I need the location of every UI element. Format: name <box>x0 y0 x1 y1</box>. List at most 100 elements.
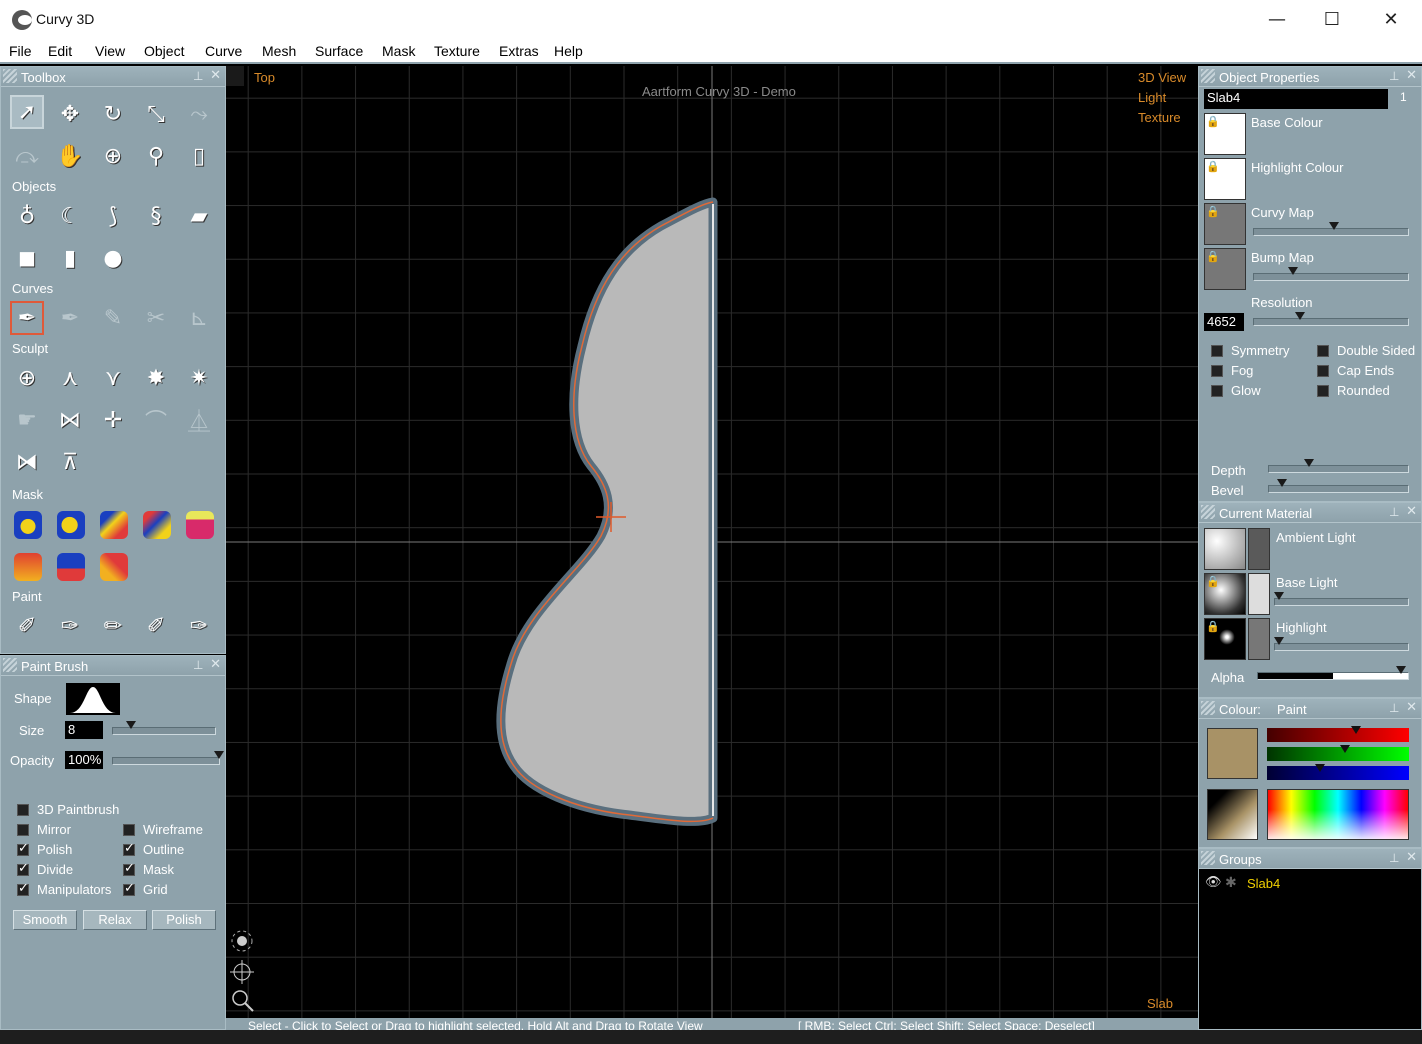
group-star-icon[interactable]: ✱ <box>1225 875 1237 891</box>
close-icon[interactable]: ✕ <box>1406 850 1417 866</box>
polish-button[interactable]: Polish <box>152 910 216 930</box>
slider-thumb[interactable] <box>126 721 137 729</box>
object-cylinder-icon[interactable]: ▮ <box>53 241 87 275</box>
shade-picker[interactable] <box>1207 789 1258 840</box>
select-arrow-icon[interactable]: ➚ <box>10 95 44 129</box>
object-sphere-icon[interactable]: ● <box>96 241 130 275</box>
mask-gradient-icon[interactable] <box>100 511 128 539</box>
sculpt-pinch-icon[interactable]: ⋈ <box>53 403 87 437</box>
highlight-colour[interactable] <box>1248 618 1270 660</box>
sculpt-contract-icon[interactable]: ✷ <box>182 361 216 395</box>
alpha-slider[interactable] <box>1257 666 1409 680</box>
slider-thumb[interactable] <box>1314 764 1325 772</box>
green-channel-slider[interactable] <box>1267 745 1409 761</box>
brush-shape-preview[interactable] <box>66 683 120 715</box>
bend-icon[interactable]: ⤳ <box>182 97 216 131</box>
curve-add-point-icon[interactable]: ✒ <box>53 301 87 335</box>
depth-slider[interactable] <box>1268 459 1409 473</box>
pin-icon[interactable]: ⊥ <box>1389 701 1401 715</box>
slider-thumb[interactable] <box>1304 459 1315 467</box>
bump-map-slider[interactable] <box>1253 267 1409 281</box>
slab-outline-shape[interactable] <box>496 197 718 826</box>
close-window-button[interactable]: ✕ <box>1362 0 1420 40</box>
lock-icon[interactable]: 🔒 <box>1206 205 1220 219</box>
base-light-colour[interactable] <box>1248 573 1270 615</box>
rotate-icon[interactable]: ↻ <box>96 97 130 131</box>
minimize-button[interactable]: — <box>1248 0 1306 40</box>
mask-fill-icon[interactable] <box>14 553 42 581</box>
panel-grip-icon[interactable] <box>1201 701 1215 715</box>
cap-ends-checkbox[interactable] <box>1317 365 1329 377</box>
hue-picker[interactable] <box>1267 789 1409 840</box>
menu-view[interactable]: View <box>95 43 125 59</box>
close-icon[interactable]: ✕ <box>210 68 221 84</box>
option-outline-checkbox[interactable] <box>123 841 135 856</box>
move-icon[interactable]: ✥ <box>53 97 87 131</box>
sculpt-level-icon[interactable]: ⊼ <box>53 445 87 479</box>
pin-icon[interactable]: ⊥ <box>193 69 205 83</box>
object-lathe-icon[interactable]: ♁ <box>10 199 44 233</box>
pin-icon[interactable]: ⊥ <box>193 658 205 672</box>
mask-pacman-icon[interactable] <box>57 511 85 539</box>
menu-curve[interactable]: Curve <box>205 43 242 59</box>
panel-grip-icon[interactable] <box>3 658 17 672</box>
menu-surface[interactable]: Surface <box>315 43 363 59</box>
option-mask-checkbox[interactable] <box>123 861 135 876</box>
object-horn-icon[interactable]: ⟆ <box>96 199 130 233</box>
object-cube-icon[interactable]: ◼ <box>10 241 44 275</box>
option-mirror-checkbox[interactable] <box>17 824 29 836</box>
sculpt-expand-icon[interactable]: ✸ <box>139 361 173 395</box>
target-icon[interactable]: ⊕ <box>96 139 130 173</box>
visibility-eye-icon[interactable]: 👁 <box>1205 875 1222 890</box>
fog-checkbox[interactable] <box>1211 365 1223 377</box>
group-item[interactable]: 👁 ✱ Slab4 <box>1203 875 1419 893</box>
object-curl-icon[interactable]: ☾ <box>53 199 87 233</box>
sculpt-flatten-icon[interactable]: ⏅ <box>182 403 216 437</box>
option-polish-checkbox[interactable] <box>17 841 29 856</box>
slider-thumb[interactable] <box>1274 592 1284 600</box>
symmetry-checkbox[interactable] <box>1211 345 1223 357</box>
slider-thumb[interactable] <box>1351 726 1362 734</box>
lock-icon[interactable]: 🔒 <box>1206 620 1220 634</box>
opacity-input[interactable]: 100% <box>65 751 103 769</box>
view-zoom-icon[interactable] <box>232 990 254 1012</box>
menu-mask[interactable]: Mask <box>382 43 415 59</box>
colour-mode[interactable]: Paint <box>1277 702 1307 717</box>
pin-icon[interactable]: ⊥ <box>1389 851 1401 865</box>
sculpt-push-down-icon[interactable]: ⋎ <box>96 361 130 395</box>
sculpt-pull-up-icon[interactable]: ⋏ <box>53 361 87 395</box>
paint-smudge-icon[interactable]: ✐ <box>139 609 173 643</box>
curve-delete-point-icon[interactable]: ✎ <box>96 301 130 335</box>
ambient-light-preview[interactable] <box>1204 528 1246 570</box>
lock-icon[interactable]: 🔒 <box>1206 575 1220 589</box>
panel-grip-icon[interactable] <box>1201 851 1215 865</box>
double-sided-checkbox[interactable] <box>1317 345 1329 357</box>
maximize-button[interactable]: ☐ <box>1303 0 1361 40</box>
curvy-map-slider[interactable] <box>1253 222 1409 236</box>
slider-thumb[interactable] <box>1287 267 1298 275</box>
slider-thumb[interactable] <box>1276 479 1287 487</box>
highlight-slider[interactable] <box>1274 637 1409 651</box>
mask-blend-icon[interactable] <box>143 511 171 539</box>
twist-icon[interactable]: ⤼ <box>10 139 44 173</box>
sculpt-crosshair-icon[interactable]: ⊕ <box>10 361 44 395</box>
option-wireframe-checkbox[interactable] <box>123 824 135 836</box>
paint-brush-icon[interactable]: ✐ <box>10 609 44 643</box>
close-icon[interactable]: ✕ <box>1406 68 1417 84</box>
curve-cut-icon[interactable]: ✂ <box>139 301 173 335</box>
close-icon[interactable]: ✕ <box>210 657 221 673</box>
slider-thumb[interactable] <box>214 751 224 759</box>
sculpt-mirror-icon[interactable]: ⧒ <box>10 445 44 479</box>
mask-cylinder-icon[interactable] <box>186 511 214 539</box>
panel-grip-icon[interactable] <box>1201 69 1215 83</box>
close-icon[interactable]: ✕ <box>1406 504 1417 520</box>
close-icon[interactable]: ✕ <box>1406 700 1417 716</box>
menu-help[interactable]: Help <box>554 43 583 59</box>
relax-button[interactable]: Relax <box>83 910 147 930</box>
option-manipulators-checkbox[interactable] <box>17 881 29 896</box>
slider-thumb[interactable] <box>1274 637 1284 645</box>
resolution-input[interactable]: 4652 <box>1204 313 1244 331</box>
red-channel-slider[interactable] <box>1267 726 1409 742</box>
sculpt-raise-icon[interactable]: ⌒ <box>139 403 173 437</box>
mask-invert-icon[interactable] <box>100 553 128 581</box>
